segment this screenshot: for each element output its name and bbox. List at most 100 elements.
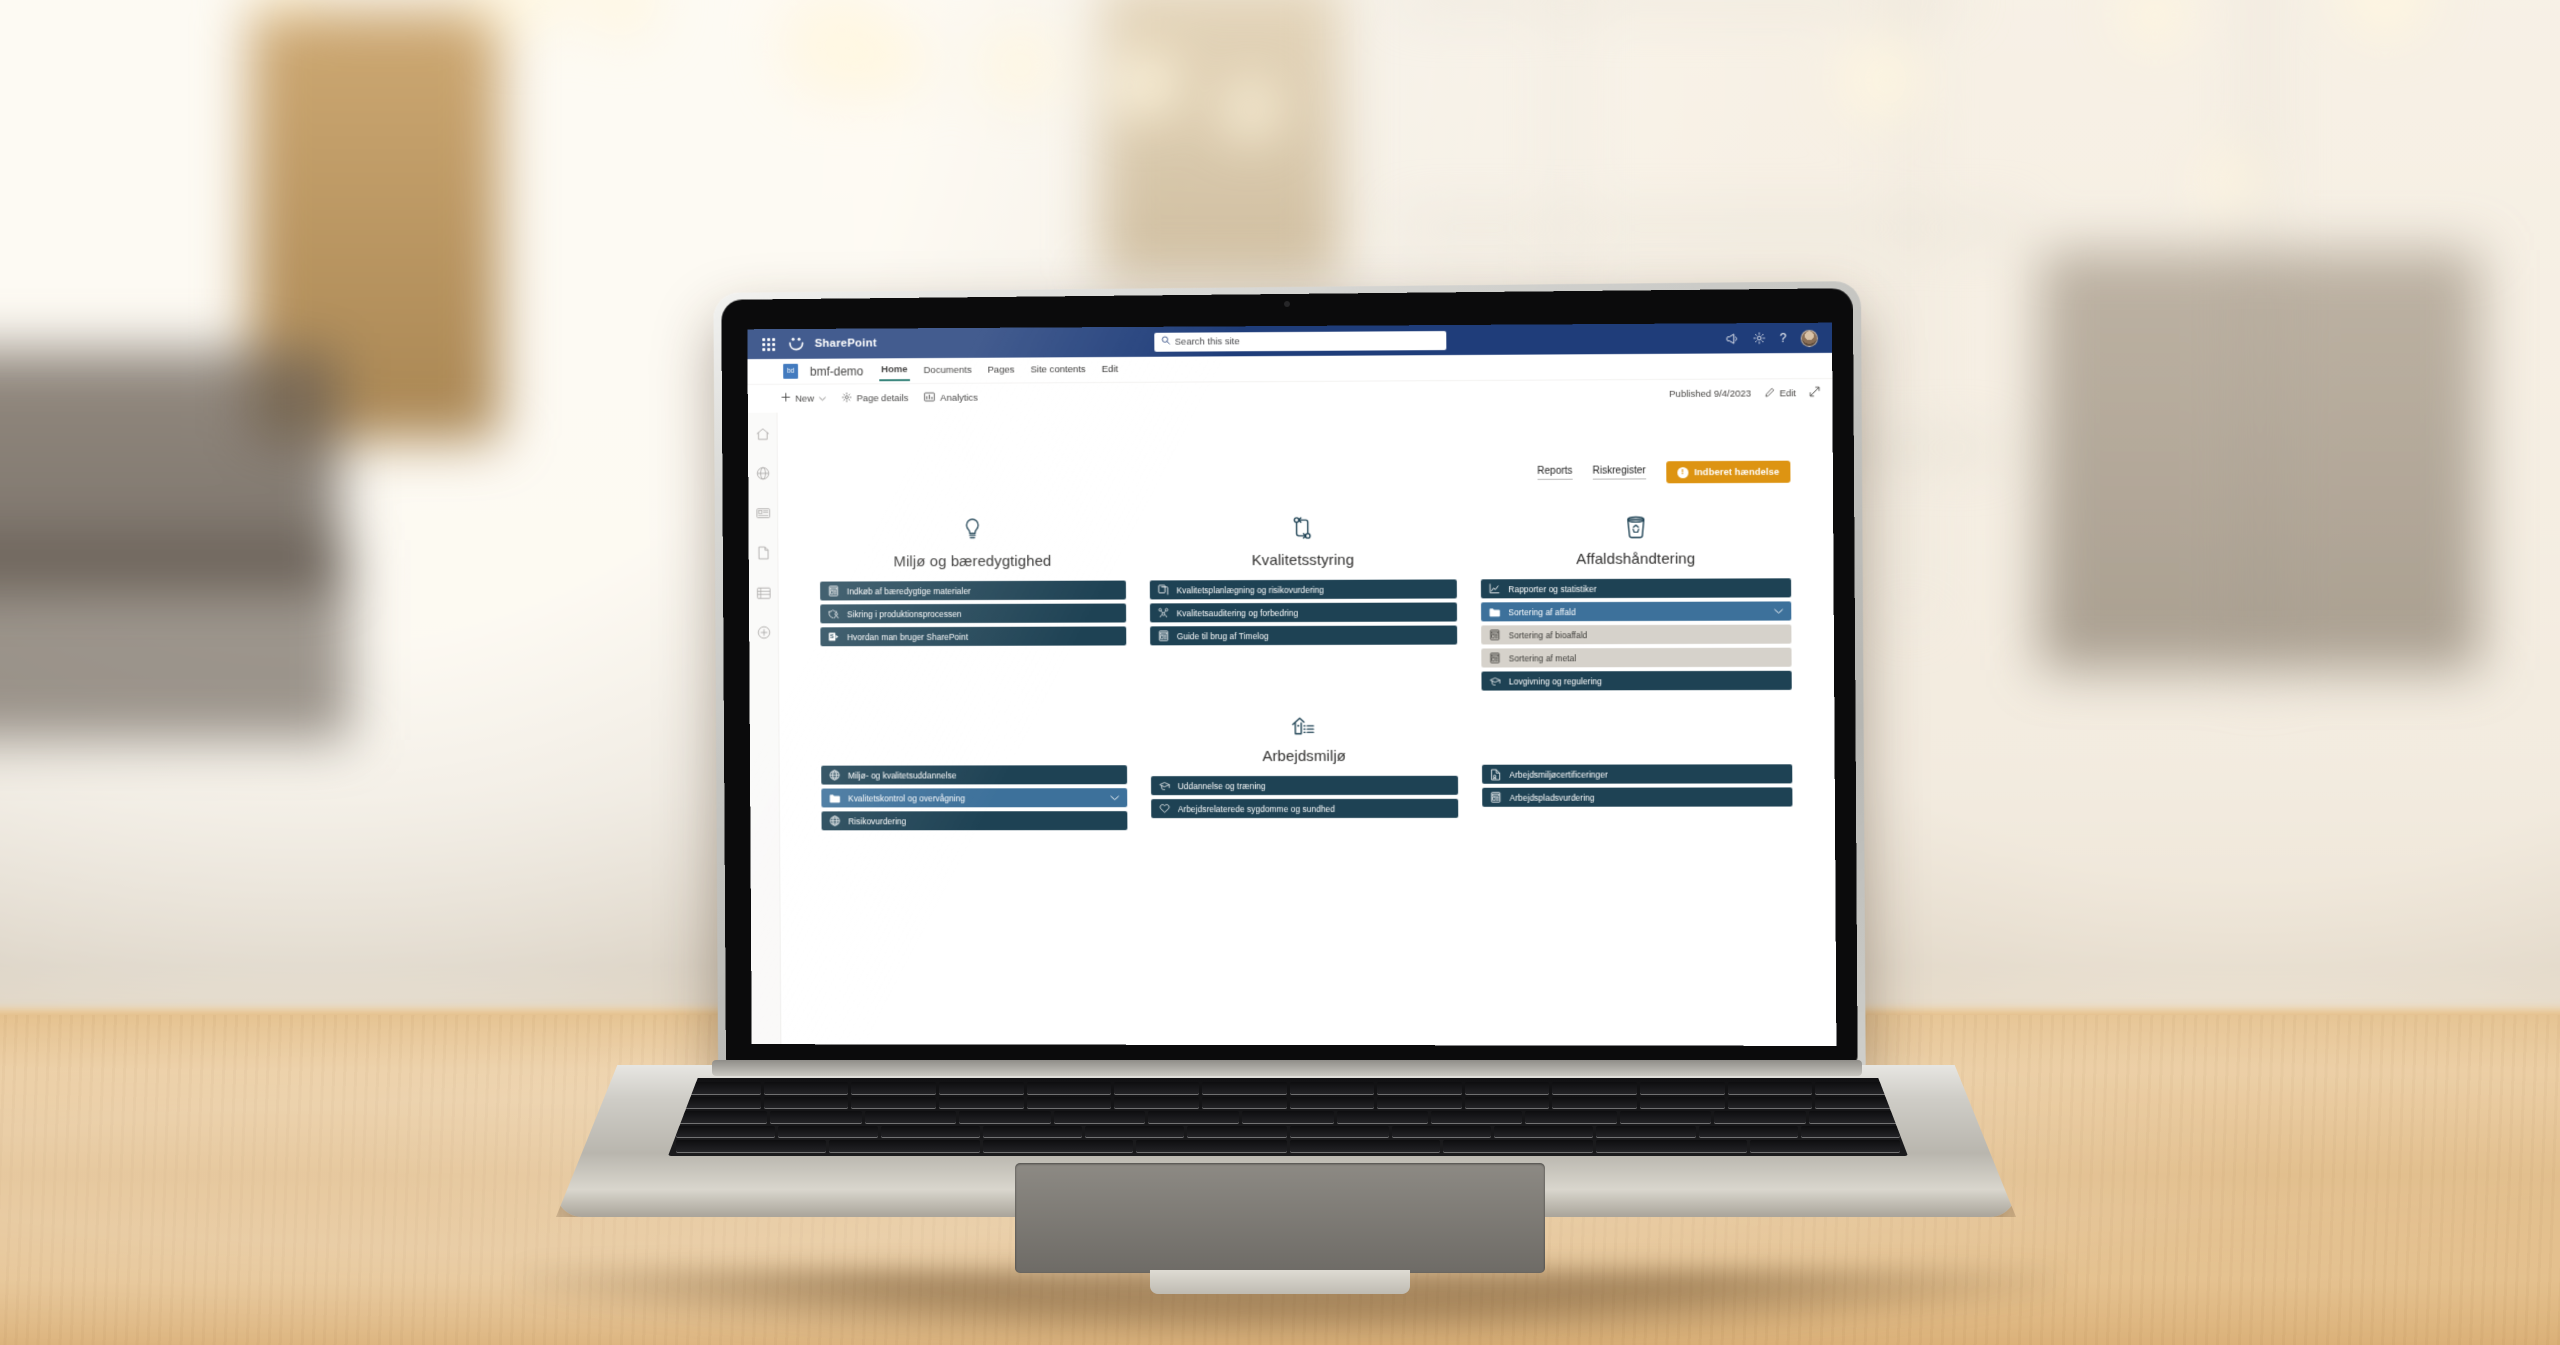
recycle-bin-icon — [1623, 514, 1648, 545]
nav-item-documents[interactable]: Documents — [921, 361, 973, 380]
page-details-button[interactable]: Page details — [842, 392, 909, 405]
link-indkob-af-baeredygtige-materialer[interactable]: Indkøb af bæredygtige materialer — [820, 581, 1126, 601]
certificate-icon — [1490, 769, 1501, 780]
new-button[interactable]: New — [781, 392, 826, 404]
line-chart-icon — [1489, 583, 1500, 594]
link-arbejdsmiljocertificeringer[interactable]: Arbejdsmiljøcertificeringer — [1482, 764, 1792, 783]
site-title: bmf-demo — [810, 364, 864, 378]
keyboard-row — [676, 1111, 1900, 1123]
keyboard-key — [1728, 1097, 1813, 1109]
keyboard-key — [1640, 1082, 1725, 1094]
link-sortering-af-affald-folder[interactable]: Sortering af affald — [1481, 601, 1791, 621]
header-spacer — [821, 713, 1127, 765]
copy-pages-icon — [1157, 584, 1168, 595]
section-header: Affaldshåndtering — [1481, 513, 1791, 568]
link-sortering-af-bioaffald[interactable]: Sortering af bioaffald — [1481, 625, 1791, 645]
keyboard-key — [676, 1111, 767, 1123]
keyboard-key — [1552, 1082, 1637, 1094]
keyboard-key — [1552, 1097, 1637, 1109]
chevron-down-icon[interactable] — [1774, 606, 1783, 616]
link-kvalitetsplanlaegning-og-risikovurdering[interactable]: Kvalitetsplanlægning og risikovurdering — [1149, 579, 1457, 599]
keyboard-key — [1337, 1111, 1428, 1123]
link-uddannelse-og-traening[interactable]: Uddannelse og træning — [1151, 776, 1459, 795]
rail-home-icon[interactable] — [753, 425, 771, 443]
trackpad[interactable] — [1015, 1163, 1545, 1273]
front-lip — [1150, 1270, 1410, 1294]
reports-link[interactable]: Reports — [1537, 466, 1572, 480]
sections-row-2: Miljø- og kvalitetsuddannelse Kvalitetsk… — [821, 712, 1793, 834]
keyboard-key — [1054, 1111, 1145, 1123]
link-arbejdspladsvurdering[interactable]: Arbejdspladsvurdering — [1482, 787, 1792, 806]
keyboard-key — [983, 1126, 1082, 1138]
search-placeholder-text: Search this site — [1175, 336, 1240, 347]
svg-text:S: S — [830, 635, 834, 641]
link-sortering-af-metal[interactable]: Sortering af metal — [1482, 648, 1792, 668]
riskregister-link[interactable]: Riskregister — [1593, 465, 1646, 479]
nav-item-home[interactable]: Home — [879, 360, 910, 381]
megaphone-icon[interactable] — [1726, 333, 1739, 344]
nav-item-pages[interactable]: Pages — [986, 361, 1017, 380]
link-label: Sortering af bioaffald — [1509, 630, 1588, 640]
keyboard-key — [1202, 1082, 1287, 1094]
nav-item-edit[interactable]: Edit — [1100, 360, 1121, 379]
keyboard-row — [676, 1097, 1900, 1109]
rail-news-icon[interactable] — [754, 504, 772, 522]
waffle-grid-icon[interactable] — [755, 338, 781, 351]
link-miljo-og-kvalitetsuddannelse[interactable]: Miljø- og kvalitetsuddannelse — [821, 765, 1127, 784]
new-button-label: New — [795, 393, 814, 404]
search-input[interactable]: Search this site — [1154, 331, 1446, 352]
document-report-icon — [1491, 792, 1502, 803]
header-spacer — [1482, 712, 1792, 765]
link-arbejdsrelaterede-sygdomme-og-sundhed[interactable]: Arbejdsrelaterede sygdomme og sundhed — [1151, 799, 1459, 818]
gear-icon[interactable] — [1754, 332, 1766, 344]
link-label: Kvalitetskontrol og overvågning — [848, 793, 965, 803]
keyboard[interactable] — [668, 1078, 1908, 1156]
sharepoint-smiley-icon[interactable] — [781, 337, 811, 351]
link-hvordan-man-bruger-sharepoint[interactable]: S Hvordan man bruger SharePoint — [820, 626, 1126, 646]
link-label: Lovgivning og regulering — [1509, 676, 1602, 686]
link-rapporter-og-statistiker[interactable]: Rapporter og statistiker — [1481, 578, 1791, 598]
keyboard-key — [1431, 1111, 1522, 1123]
expand-arrow-icon[interactable] — [1809, 386, 1820, 400]
link-sikring-i-produktionsprocessen[interactable]: Sikring i produktionsprocessen — [820, 604, 1126, 624]
keyboard-row — [676, 1140, 1900, 1152]
globe-icon — [829, 815, 840, 826]
keyboard-key — [1699, 1126, 1798, 1138]
rail-list-icon[interactable] — [754, 584, 772, 602]
suite-actions: ? — [1726, 329, 1824, 347]
rail-globe-icon[interactable] — [754, 464, 772, 482]
link-label: Uddannelse og træning — [1178, 781, 1266, 791]
document-report-icon — [828, 585, 839, 596]
nav-item-site-contents[interactable]: Site contents — [1028, 360, 1087, 379]
pencil-icon — [1764, 387, 1774, 400]
link-label: Sikring i produktionsprocessen — [847, 609, 962, 619]
laptop-screen: SharePoint Search this site ? bd bmf-dem… — [747, 323, 1836, 1046]
report-incident-button[interactable]: ! Indberet hændelse — [1666, 461, 1791, 484]
webcam — [1284, 301, 1290, 307]
lightbulb-icon — [959, 516, 985, 547]
rail-page-icon[interactable] — [754, 544, 772, 562]
link-lovgivning-og-regulering[interactable]: Lovgivning og regulering — [1482, 671, 1792, 691]
link-label: Miljø- og kvalitetsuddannelse — [848, 770, 957, 780]
keyboard-key — [959, 1111, 1050, 1123]
link-risikovurdering[interactable]: Risikovurdering — [821, 811, 1127, 830]
question-icon[interactable]: ? — [1780, 332, 1787, 344]
edit-page-button[interactable]: Edit — [1764, 387, 1796, 400]
globe-icon — [829, 770, 840, 781]
keyboard-key — [881, 1126, 980, 1138]
keyboard-key — [1290, 1140, 1440, 1152]
analytics-label: Analytics — [940, 392, 978, 403]
link-guide-til-brug-af-timelog[interactable]: Guide til brug af Timelog — [1150, 626, 1458, 646]
link-kvalitetsauditering-og-forbedring[interactable]: Kvalitetsauditering og forbedring — [1150, 602, 1458, 622]
keyboard-key — [770, 1111, 861, 1123]
chevron-down-icon[interactable] — [1110, 793, 1119, 803]
link-label: Kvalitetsplanlægning og risikovurdering — [1176, 584, 1324, 594]
user-avatar[interactable] — [1801, 329, 1818, 346]
sections-row-1: Miljø og bæredygtighed Indkøb af bæredyg… — [820, 513, 1792, 696]
quick-links-row: Reports Riskregister ! Indberet hændelse — [819, 407, 1790, 487]
keyboard-key — [1392, 1126, 1491, 1138]
analytics-button[interactable]: Analytics — [924, 391, 978, 404]
rail-create-plus-circle-icon[interactable] — [755, 624, 773, 642]
keyboard-key — [1377, 1082, 1462, 1094]
link-kvalitetskontrol-og-overvagning-folder[interactable]: Kvalitetskontrol og overvågning — [821, 788, 1127, 807]
